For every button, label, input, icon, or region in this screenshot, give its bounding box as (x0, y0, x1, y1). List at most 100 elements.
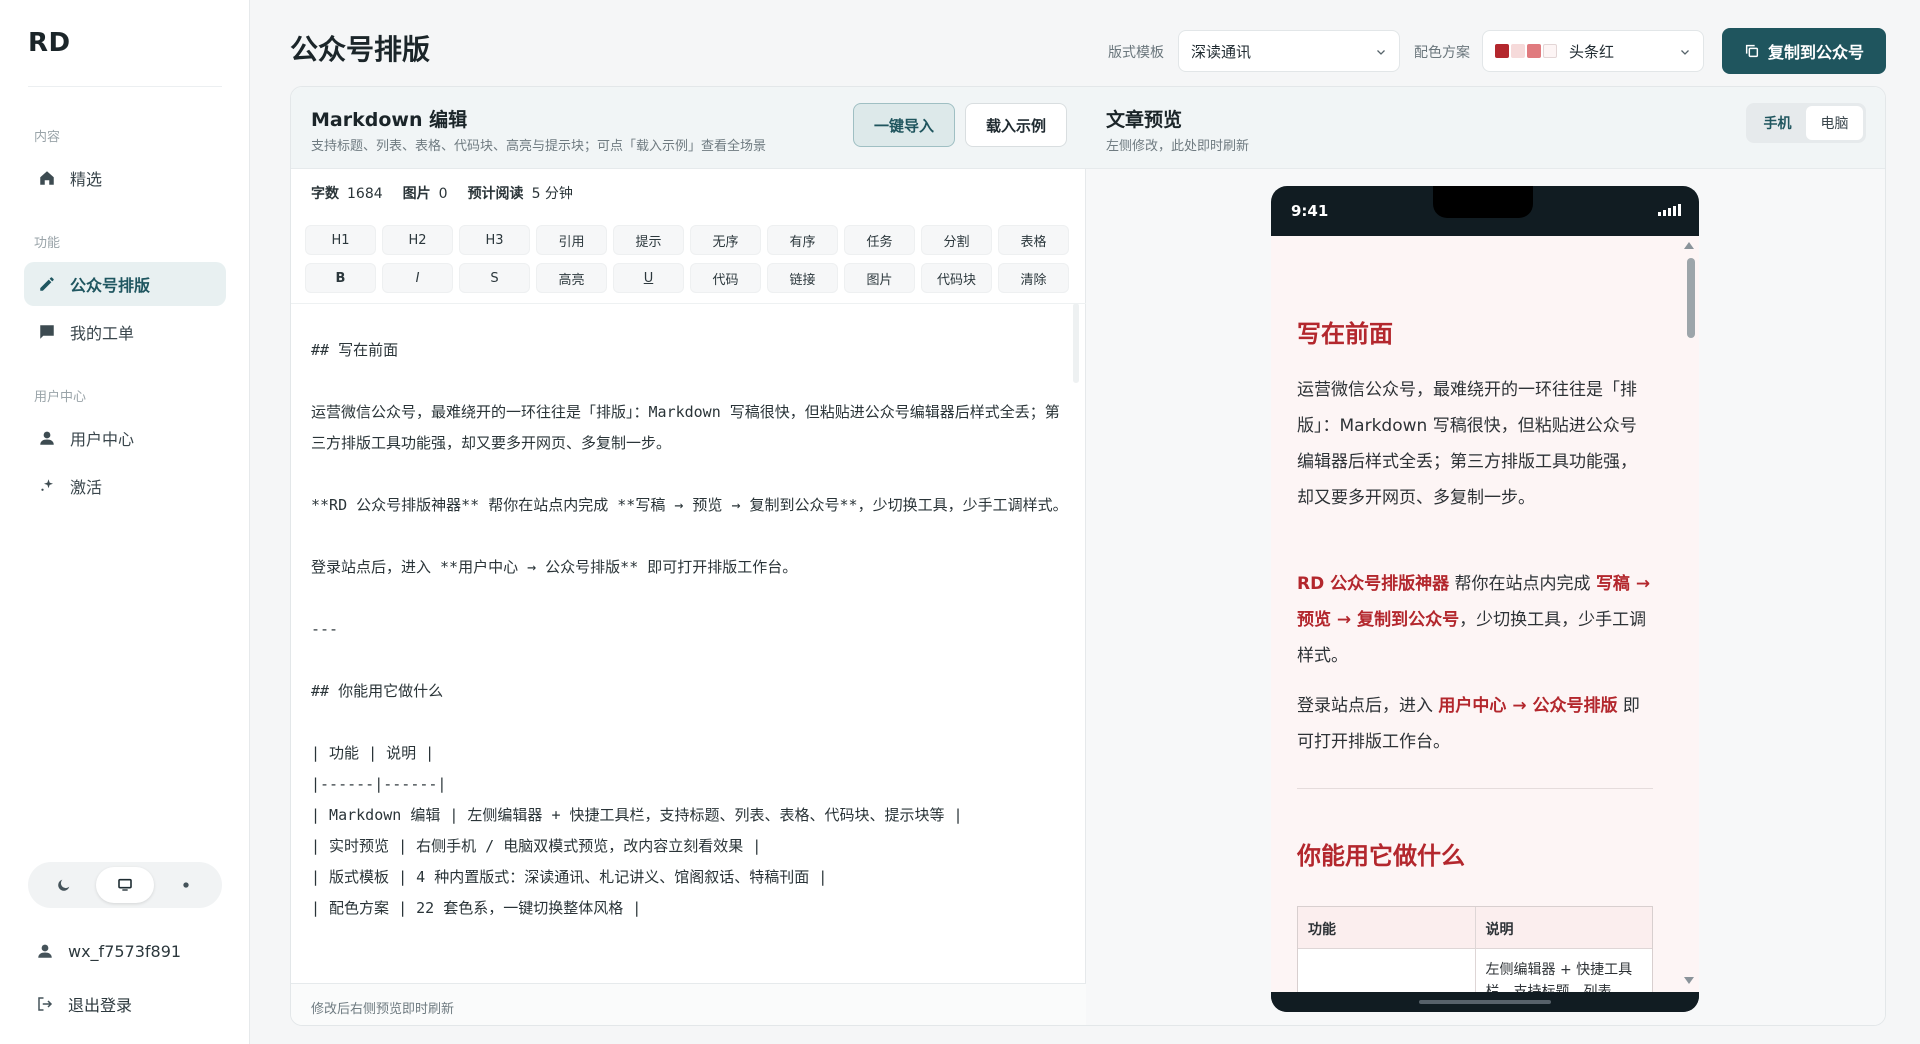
color-swatch (1527, 44, 1541, 58)
editor-footer: 修改后右侧预览即时刷新 (291, 983, 1086, 1025)
copy-to-wechat-button[interactable]: 复制到公众号 (1722, 28, 1886, 74)
toolbar-code-button[interactable]: 代码 (690, 263, 761, 293)
username: wx_f7573f891 (68, 941, 182, 961)
table-cell (1298, 949, 1476, 992)
toolbar-image-button[interactable]: 图片 (844, 263, 915, 293)
load-example-button[interactable]: 载入示例 (965, 103, 1067, 147)
editor-stats: 字数 1684 图片 0 预计阅读 5 分钟 (311, 183, 573, 203)
editor-subtitle: 支持标题、列表、表格、代码块、高亮与提示块；可点「载入示例」查看全场景 (311, 139, 767, 154)
logout-button[interactable]: 退出登录 (34, 992, 132, 1016)
toolbar-h3-button[interactable]: H3 (459, 225, 530, 255)
moon-icon[interactable] (35, 867, 93, 903)
toolbar-unordered-list-button[interactable]: 无序 (690, 225, 761, 255)
sidebar-item-label: 用户中心 (70, 430, 135, 449)
phone-screen[interactable]: 写在前面 运营微信公众号，最难绕开的一环往往是「排版」：Markdown 写稿很… (1271, 236, 1699, 992)
toolbar-code-block-button[interactable]: 代码块 (921, 263, 992, 293)
article-paragraph-1: 运营微信公众号，最难绕开的一环往往是「排版」：Markdown 写稿很快，但粘贴… (1297, 380, 1637, 508)
toolbar-clear-button[interactable]: 清除 (998, 263, 1069, 293)
article-paragraph-2: RD 公众号排版神器 帮你在站点内完成 写稿 → 预览 → 复制到公众号，少切换… (1297, 574, 1651, 666)
nav-section-features: 功能 (34, 236, 61, 251)
copy-button-label: 复制到公众号 (1767, 43, 1864, 62)
user-account[interactable]: wx_f7573f891 (34, 940, 181, 962)
sidebar: RD 内容 精选 功能 公众号排版 我的工单 用户中心 用户中心 激活 wx_f… (0, 0, 250, 1044)
editor-footer-text: 修改后右侧预览即时刷新 (311, 1002, 455, 1017)
scroll-up-arrow[interactable] (1684, 242, 1694, 249)
home-indicator (1419, 1000, 1551, 1004)
preview-subtitle: 左侧修改，此处即时刷新 (1106, 139, 1250, 154)
template-select[interactable]: 深读通讯 (1178, 30, 1400, 72)
template-label: 版式模板 (1108, 45, 1164, 61)
template-value: 深读通讯 (1191, 42, 1252, 61)
mode-mobile-button[interactable]: 手机 (1749, 106, 1806, 140)
table-header: 功能 说明 (1298, 907, 1652, 949)
user-icon (36, 427, 58, 449)
nav-section-content: 内容 (34, 130, 61, 145)
logo-divider (28, 86, 222, 87)
editor-title: Markdown 编辑 (311, 109, 468, 131)
sidebar-item-label: 我的工单 (70, 324, 135, 343)
toolbar-highlight-button[interactable]: 高亮 (536, 263, 607, 293)
toolbar-table-button[interactable]: 表格 (998, 225, 1069, 255)
toolbar-bold-button[interactable]: B (305, 263, 376, 293)
toolbar-ordered-list-button[interactable]: 有序 (767, 225, 838, 255)
phone-notch (1433, 186, 1533, 218)
toolbar-h2-button[interactable]: H2 (382, 225, 453, 255)
page-title: 公众号排版 (290, 33, 431, 66)
sidebar-item-featured[interactable]: 精选 (24, 156, 226, 200)
toolbar-h1-button[interactable]: H1 (305, 225, 376, 255)
preview-header: 文章预览 左侧修改，此处即时刷新 手机 电脑 (1086, 87, 1885, 169)
editor-scrollbar[interactable] (1073, 303, 1079, 383)
sidebar-item-label: 精选 (70, 170, 103, 189)
color-scheme-label: 配色方案 (1414, 45, 1470, 61)
logout-icon (34, 993, 56, 1015)
table-header-cell: 功能 (1298, 907, 1476, 948)
editor-panel: Markdown 编辑 支持标题、列表、表格、代码块、高亮与提示块；可点「载入示… (291, 87, 1086, 1025)
sun-icon[interactable] (157, 867, 215, 903)
toolbar-quote-button[interactable]: 引用 (536, 225, 607, 255)
color-scheme-value: 头条红 (1569, 42, 1615, 61)
stat-word-count: 字数 1684 (311, 186, 383, 202)
sidebar-item-activate[interactable]: 激活 (24, 464, 226, 508)
toolbar-tip-button[interactable]: 提示 (613, 225, 684, 255)
article-paragraph-3: 登录站点后，进入 用户中心 → 公众号排版 即可打开排版工作台。 (1297, 696, 1640, 752)
nav-section-user-center: 用户中心 (34, 390, 87, 405)
article-heading-1: 写在前面 (1297, 320, 1393, 348)
toolbar-italic-button[interactable]: I (382, 263, 453, 293)
phone-status-bar: 9:41 (1271, 186, 1699, 236)
phone-frame: 9:41 写在前面 运营微信公众号，最难绕开的一环往往是「排版」：Markdow… (1271, 186, 1699, 1012)
markdown-editor[interactable]: ## 写在前面 运营微信公众号，最难绕开的一环往往是「排版」：Markdown … (291, 303, 1086, 983)
color-scheme-select[interactable]: 头条红 (1482, 30, 1704, 72)
mode-desktop-button[interactable]: 电脑 (1806, 106, 1863, 140)
one-click-import-button[interactable]: 一键导入 (853, 103, 955, 147)
logout-label: 退出登录 (68, 996, 133, 1015)
app-logo[interactable]: RD (28, 28, 71, 58)
stat-image-count: 图片 0 (402, 186, 448, 202)
editor-header: Markdown 编辑 支持标题、列表、表格、代码块、高亮与提示块；可点「载入示… (291, 87, 1086, 169)
article-heading-2: 你能用它做什么 (1297, 842, 1465, 870)
sidebar-item-wechat-layout[interactable]: 公众号排版 (24, 262, 226, 306)
signal-icon (1658, 204, 1681, 216)
sidebar-item-user-center[interactable]: 用户中心 (24, 416, 226, 460)
sidebar-item-label: 公众号排版 (70, 276, 151, 295)
phone-bottom-bar (1271, 992, 1699, 1012)
toolbar-task-button[interactable]: 任务 (844, 225, 915, 255)
article-table: 功能 说明 左侧编辑器 + 快捷工具栏，支持标题、列表 (1297, 906, 1653, 992)
chevron-down-icon (1679, 44, 1691, 62)
sidebar-item-label: 激活 (70, 478, 103, 497)
phone-scrollbar[interactable] (1687, 258, 1695, 338)
scroll-down-arrow[interactable] (1684, 977, 1694, 984)
preview-mode-toggle: 手机 电脑 (1746, 103, 1866, 143)
toolbar-divider-button[interactable]: 分割 (921, 225, 992, 255)
table-cell: 左侧编辑器 + 快捷工具栏，支持标题、列表 (1485, 962, 1633, 992)
user-icon (34, 940, 56, 962)
toolbar-strike-button[interactable]: S (459, 263, 530, 293)
table-row: 左侧编辑器 + 快捷工具栏，支持标题、列表 (1298, 949, 1652, 992)
sidebar-item-tickets[interactable]: 我的工单 (24, 310, 226, 354)
format-toolbar: H1 H2 H3 引用 提示 无序 有序 任务 分割 表格 B I S 高亮 U… (305, 225, 1071, 293)
toolbar-link-button[interactable]: 链接 (767, 263, 838, 293)
copy-icon (1744, 43, 1760, 59)
phone-time: 9:41 (1291, 202, 1329, 220)
toolbar-underline-button[interactable]: U (613, 263, 684, 293)
monitor-icon[interactable] (95, 867, 154, 903)
markdown-content[interactable]: ## 写在前面 运营微信公众号，最难绕开的一环往往是「排版」：Markdown … (311, 304, 1071, 924)
